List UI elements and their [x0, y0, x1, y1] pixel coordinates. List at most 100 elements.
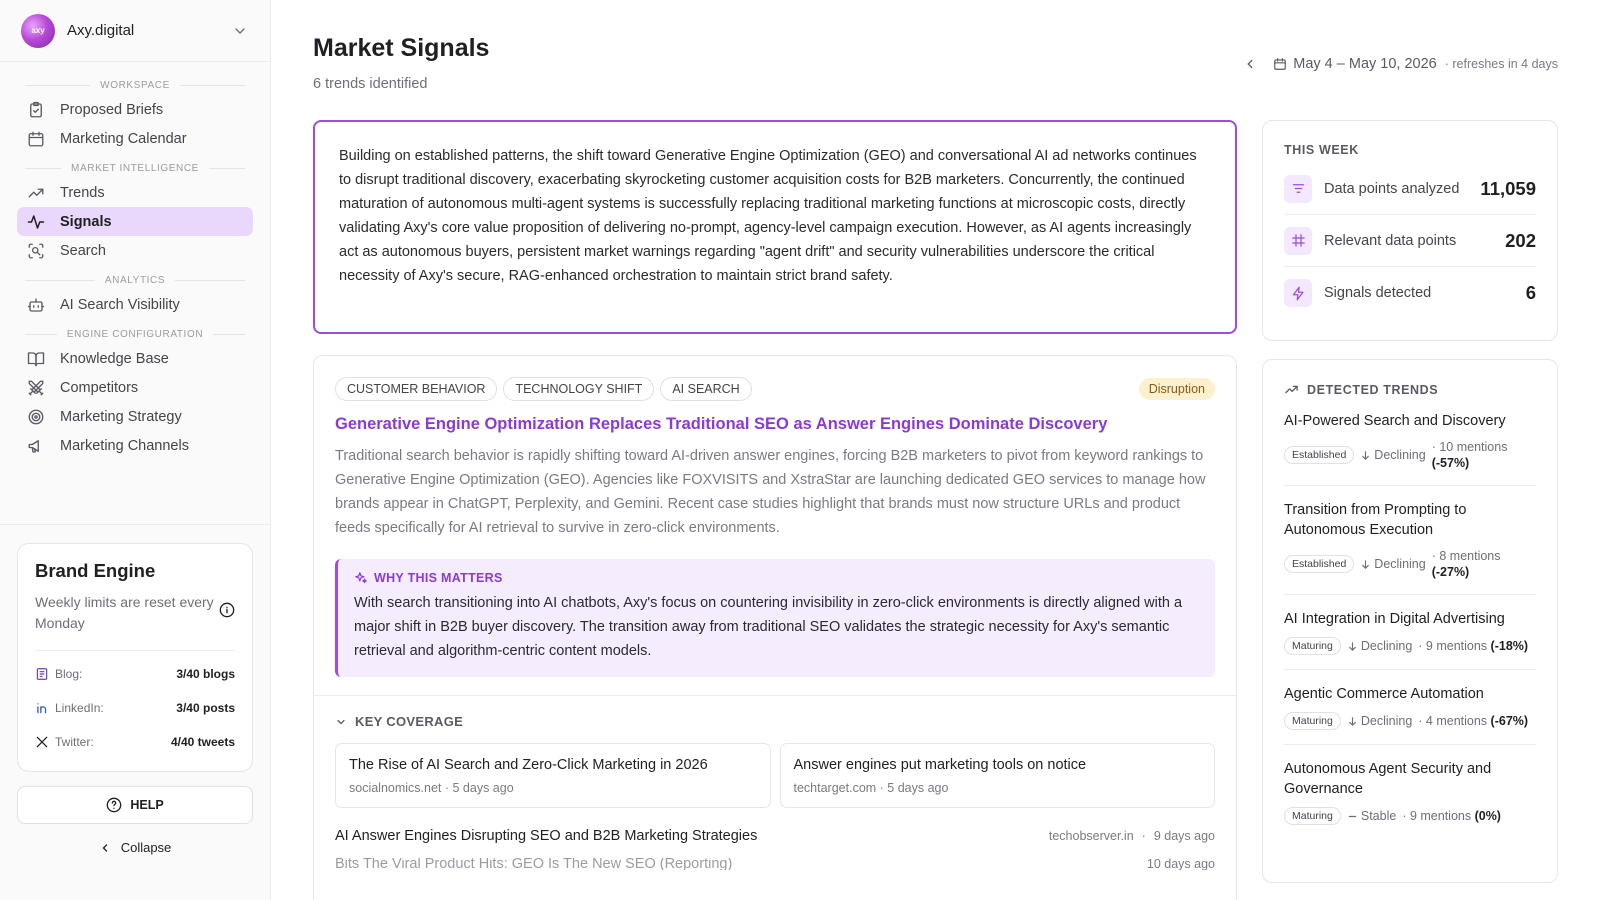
sidebar-item-ai-search-visibility[interactable]: AI Search Visibility — [17, 290, 253, 319]
stat-label: Signals detected — [1324, 285, 1432, 301]
trend-direction: Declining — [1374, 448, 1426, 462]
chevron-down-icon — [337, 719, 345, 724]
page-title: Market Signals — [313, 34, 490, 62]
trend-item[interactable]: Transition from Prompting to Autonomous … — [1284, 486, 1536, 595]
trend-stage-badge: Maturing — [1284, 637, 1341, 655]
date-range[interactable]: May 4 – May 10, 2026 — [1293, 56, 1436, 72]
signal-title-link[interactable]: Generative Engine Optimization Replaces … — [314, 401, 1236, 434]
sidebar: axy Axy.digital WORKSPACE Proposed Brief… — [0, 0, 271, 900]
zap-icon — [1292, 286, 1303, 300]
date-navigator: May 4 – May 10, 2026 · refreshes in 4 da… — [1243, 56, 1558, 72]
sidebar-item-trends[interactable]: Trends — [17, 178, 253, 207]
sidebar-item-proposed-briefs[interactable]: Proposed Briefs — [17, 95, 253, 124]
help-label: HELP — [130, 798, 164, 812]
sidebar-item-signals[interactable]: Signals — [17, 207, 253, 236]
trend-item[interactable]: Autonomous Agent Security and Governance… — [1284, 745, 1536, 839]
key-coverage: KEY COVERAGE The Rise of AI Search and Z… — [314, 695, 1236, 870]
chevron-left-icon — [102, 843, 107, 852]
arrow-down-icon — [1349, 641, 1356, 651]
trend-direction: Declining — [1360, 714, 1413, 728]
trend-item[interactable]: AI Integration in Digital Advertising Ma… — [1284, 595, 1536, 670]
frame-icon — [1291, 234, 1305, 247]
linkedin-icon — [37, 703, 47, 714]
trend-item[interactable]: AI-Powered Search and Discovery Establis… — [1284, 397, 1536, 486]
minus-icon — [1348, 815, 1357, 817]
this-week-panel: THIS WEEK Data points analyzed 11,059 Re… — [1262, 120, 1558, 341]
sidebar-item-label: Knowledge Base — [60, 350, 169, 367]
sidebar-item-marketing-calendar[interactable]: Marketing Calendar — [17, 124, 253, 153]
detected-trends-label: DETECTED TRENDS — [1307, 382, 1439, 397]
chevron-down-icon — [235, 27, 245, 34]
stat-label: Data points analyzed — [1324, 180, 1460, 197]
sidebar-item-search[interactable]: Search — [17, 236, 253, 265]
tag: CUSTOMER BEHAVIOR — [335, 377, 498, 401]
info-icon[interactable] — [219, 602, 235, 618]
bot-icon — [27, 297, 45, 312]
target-icon — [28, 409, 44, 424]
coverage-row-separator: · — [1141, 829, 1146, 843]
collapse-label: Collapse — [120, 840, 172, 855]
arrow-down-icon — [1349, 716, 1356, 726]
trend-name: Agentic Commerce Automation — [1284, 686, 1484, 702]
stat-value: 202 — [1505, 229, 1536, 251]
stat-row: Relevant data points 202 — [1284, 215, 1536, 267]
detected-trends-panel: DETECTED TRENDS AI-Powered Search and Di… — [1262, 359, 1558, 883]
arrow-down-icon — [1362, 450, 1370, 460]
brand-engine-card: Brand Engine Weekly limits are reset eve… — [17, 543, 253, 772]
trend-change: (-67%) — [1490, 714, 1529, 728]
why-text: With search transitioning into AI chatbo… — [354, 595, 1183, 659]
org-switcher[interactable]: axy Axy.digital — [0, 0, 270, 62]
limit-label: Blog: — [55, 667, 83, 681]
coverage-card[interactable]: The Rise of AI Search and Zero-Click Mar… — [335, 743, 771, 808]
refresh-note: · refreshes in 4 days — [1444, 57, 1558, 71]
trend-mentions: · 9 mentions — [1418, 639, 1488, 653]
sidebar-item-competitors[interactable]: Competitors — [17, 373, 253, 402]
trend-change: (-18%) — [1490, 639, 1529, 653]
trending-up-icon — [28, 188, 44, 197]
sidebar-bottom: Brand Engine Weekly limits are reset eve… — [0, 524, 270, 855]
coverage-row-title: AI Answer Engines Disrupting SEO and B2B… — [335, 828, 758, 844]
sidebar-item-marketing-strategy[interactable]: Marketing Strategy — [17, 402, 253, 431]
trend-mentions: · 8 mentions — [1431, 549, 1501, 563]
coverage-row-title: Bits The Viral Product Hits: GEO Is The … — [335, 858, 733, 870]
sidebar-item-marketing-channels[interactable]: Marketing Channels — [17, 431, 253, 460]
limit-value: 3/40 blogs — [176, 667, 235, 681]
sidebar-item-label: Marketing Channels — [60, 437, 189, 454]
sidebar-item-label: Marketing Strategy — [60, 408, 182, 425]
stat-label: Relevant data points — [1324, 232, 1457, 249]
sidebar-item-label: Search — [60, 242, 106, 259]
page-subtitle: 6 trends identified — [313, 76, 428, 92]
activity-icon — [27, 214, 45, 229]
org-avatar: axy — [21, 13, 55, 48]
stat-value: 6 — [1525, 282, 1536, 303]
help-button[interactable]: HELP — [17, 786, 253, 824]
coverage-card[interactable]: Answer engines put marketing tools on no… — [779, 743, 1215, 808]
trend-name: AI Integration in Digital Advertising — [1284, 611, 1505, 627]
stat-row: Signals detected 6 — [1284, 267, 1536, 319]
why-label: WHY THIS MATTERS — [374, 571, 503, 585]
chevron-left-icon[interactable] — [1243, 57, 1257, 71]
sidebar-item-label: Trends — [60, 184, 105, 201]
trend-stage-badge: Established — [1284, 446, 1355, 464]
list-filter-icon — [1292, 184, 1304, 193]
brand-engine-subtitle: Weekly limits are reset every Monday — [35, 594, 214, 631]
signal-tags: CUSTOMER BEHAVIOR TECHNOLOGY SHIFT AI SE… — [314, 356, 1236, 401]
coverage-row[interactable]: Bits The Viral Product Hits: GEO Is The … — [335, 858, 1215, 870]
coverage-row[interactable]: AI Answer Engines Disrupting SEO and B2B… — [335, 828, 1215, 844]
sidebar-item-label: Signals — [60, 213, 112, 230]
trend-change: (0%) — [1474, 809, 1501, 823]
trend-stage-badge: Maturing — [1284, 807, 1341, 825]
sidebar-item-label: Competitors — [60, 379, 139, 396]
signal-description: Traditional search behavior is rapidly s… — [335, 448, 1206, 536]
section-label-analytics: ANALYTICS — [25, 275, 245, 286]
brand-engine-title: Brand Engine — [35, 560, 156, 581]
weekly-summary: Building on established patterns, the sh… — [313, 120, 1237, 334]
megaphone-icon — [28, 439, 39, 453]
key-coverage-toggle[interactable]: KEY COVERAGE — [335, 714, 1215, 729]
limits-list: Blog: 3/40 blogs LinkedIn: 3/40 posts Tw… — [35, 650, 235, 759]
section-label-workspace: WORKSPACE — [25, 80, 245, 91]
trend-item[interactable]: Agentic Commerce Automation Maturing Dec… — [1284, 670, 1536, 745]
key-coverage-label: KEY COVERAGE — [355, 714, 464, 729]
collapse-button[interactable]: Collapse — [17, 840, 253, 855]
sidebar-item-knowledge-base[interactable]: Knowledge Base — [17, 344, 253, 373]
